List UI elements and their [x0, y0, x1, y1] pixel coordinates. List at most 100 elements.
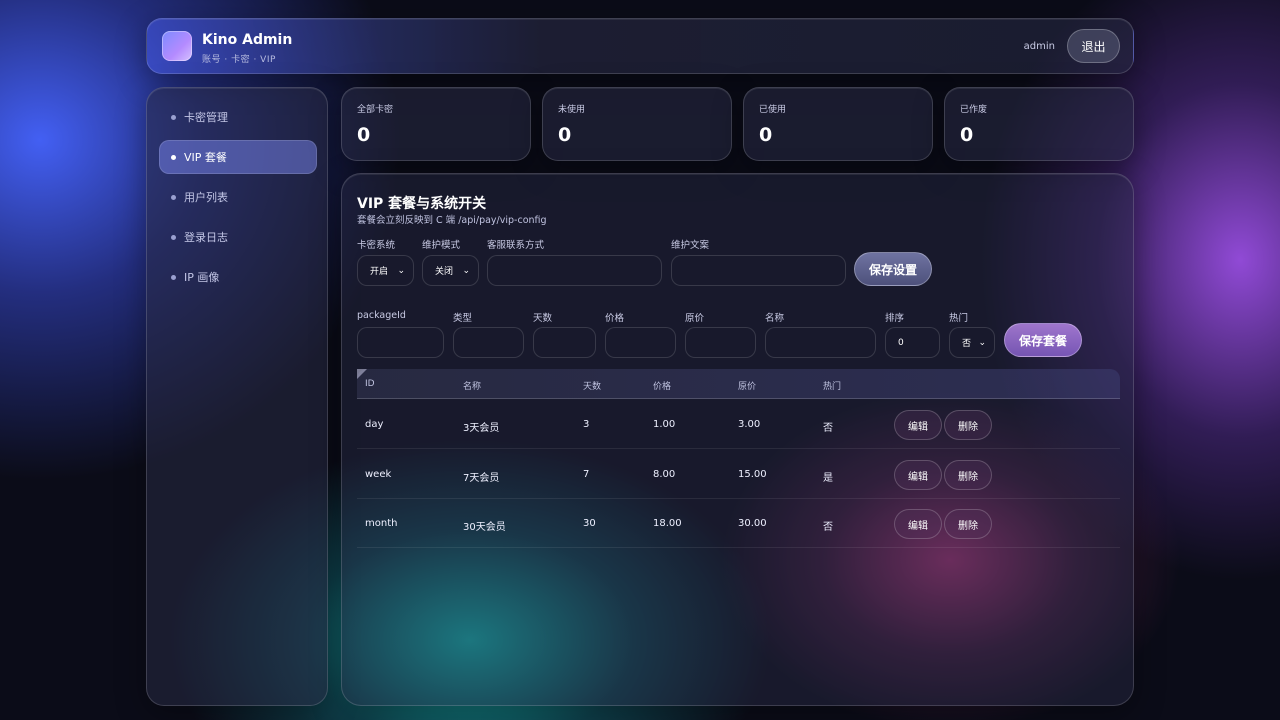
chevron-down-icon: ⌄ [397, 265, 405, 276]
cell-name: 7天会员 [463, 473, 500, 484]
hot-select[interactable]: 否 ⌄ [949, 327, 995, 358]
stat-value: 0 [960, 124, 974, 146]
name-label: 名称 [765, 313, 785, 324]
logout-button[interactable]: 退出 [1067, 29, 1120, 63]
stat-card-unused: 未使用 0 [542, 87, 732, 161]
days-input[interactable] [533, 327, 596, 358]
table-header: ID 名称 天数 价格 原价 热门 [357, 369, 1120, 399]
cell-id: day [365, 419, 384, 430]
panel-subtitle: 套餐会立刻反映到 C 端 /api/pay/vip-config [357, 215, 547, 226]
stat-card-used: 已使用 0 [743, 87, 933, 161]
table-corner-marker [357, 369, 367, 379]
selected-value: 关闭 [435, 267, 454, 277]
cell-name: 30天会员 [463, 522, 506, 533]
column-header-days: 天数 [583, 382, 602, 392]
app-logo-icon [162, 31, 192, 61]
cell-price: 1.00 [653, 419, 676, 430]
sidebar-item-label: 用户列表 [184, 191, 228, 204]
sidebar-item-login-log[interactable]: 登录日志 [159, 220, 317, 254]
type-label: 类型 [453, 313, 473, 324]
selected-value: 开启 [370, 267, 389, 277]
package-id-label: packageId [357, 310, 406, 321]
bullet-dot-icon [171, 114, 176, 120]
sidebar-item-label: 登录日志 [184, 231, 228, 244]
column-header-price: 价格 [653, 382, 672, 392]
maintenance-label: 维护模式 [422, 240, 461, 251]
delete-button[interactable]: 删除 [944, 509, 992, 539]
card-system-select[interactable]: 开启 ⌄ [357, 255, 414, 286]
type-input[interactable] [453, 327, 524, 358]
sidebar-item-users[interactable]: 用户列表 [159, 180, 317, 214]
cell-price: 8.00 [653, 469, 676, 480]
stat-value: 0 [558, 124, 572, 146]
column-header-id: ID [365, 379, 375, 389]
delete-button[interactable]: 删除 [944, 410, 992, 440]
price-input[interactable] [605, 327, 676, 358]
sidebar-item-label: VIP 套餐 [184, 151, 227, 164]
chevron-down-icon: ⌄ [978, 337, 986, 348]
cell-original: 30.00 [738, 518, 767, 529]
sidebar-item-ip-profile[interactable]: IP 画像 [159, 260, 317, 294]
column-header-name: 名称 [463, 382, 482, 392]
vip-panel: VIP 套餐与系统开关 套餐会立刻反映到 C 端 /api/pay/vip-co… [341, 173, 1134, 706]
current-user: admin [1023, 41, 1055, 52]
original-price-input[interactable] [685, 327, 756, 358]
sort-label: 排序 [885, 313, 905, 324]
cell-name: 3天会员 [463, 423, 500, 434]
cell-days: 30 [583, 518, 596, 529]
cell-id: month [365, 518, 398, 529]
cell-id: week [365, 469, 392, 480]
app-title: Kino Admin [202, 32, 293, 48]
stat-value: 0 [759, 124, 773, 146]
save-package-button[interactable]: 保存套餐 [1004, 323, 1082, 357]
name-input[interactable] [765, 327, 876, 358]
column-header-hot: 热门 [823, 382, 842, 392]
cell-original: 15.00 [738, 469, 767, 480]
stat-label: 已使用 [759, 105, 787, 115]
hot-label: 热门 [949, 313, 969, 324]
maintenance-text-input[interactable] [671, 255, 846, 286]
sort-input[interactable]: 0 [885, 327, 940, 358]
sidebar: 卡密管理 VIP 套餐 用户列表 登录日志 IP 画像 [146, 87, 328, 706]
cell-hot: 否 [823, 423, 833, 434]
cell-hot: 否 [823, 522, 833, 533]
sidebar-item-label: IP 画像 [184, 271, 220, 284]
edit-button[interactable]: 编辑 [894, 410, 942, 440]
delete-button[interactable]: 删除 [944, 460, 992, 490]
table-row: day 3天会员 3 1.00 3.00 否 编辑 删除 [357, 400, 1120, 449]
price-label: 价格 [605, 313, 625, 324]
package-id-input[interactable] [357, 327, 444, 358]
sidebar-item-label: 卡密管理 [184, 111, 228, 124]
sidebar-item-vip[interactable]: VIP 套餐 [159, 140, 317, 174]
edit-button[interactable]: 编辑 [894, 460, 942, 490]
chevron-down-icon: ⌄ [462, 265, 470, 276]
bullet-dot-icon [171, 234, 176, 240]
contact-label: 客服联系方式 [487, 240, 545, 251]
cell-price: 18.00 [653, 518, 682, 529]
table-row: month 30天会员 30 18.00 30.00 否 编辑 删除 [357, 499, 1120, 548]
maintenance-select[interactable]: 关闭 ⌄ [422, 255, 479, 286]
cell-hot: 是 [823, 473, 833, 484]
maintenance-text-label: 维护文案 [671, 240, 710, 251]
bullet-dot-icon [171, 274, 176, 280]
app-subtitle: 账号 · 卡密 · VIP [202, 55, 276, 65]
stat-value: 0 [357, 124, 371, 146]
stat-card-voided: 已作废 0 [944, 87, 1134, 161]
sidebar-item-cards[interactable]: 卡密管理 [159, 100, 317, 134]
stat-card-all: 全部卡密 0 [341, 87, 531, 161]
top-header: Kino Admin 账号 · 卡密 · VIP admin 退出 [146, 18, 1134, 74]
stat-label: 全部卡密 [357, 105, 394, 115]
contact-input[interactable] [487, 255, 662, 286]
edit-button[interactable]: 编辑 [894, 509, 942, 539]
stat-label: 已作废 [960, 105, 988, 115]
card-system-label: 卡密系统 [357, 240, 396, 251]
selected-value: 否 [962, 339, 972, 349]
save-settings-button[interactable]: 保存设置 [854, 252, 932, 286]
stat-label: 未使用 [558, 105, 586, 115]
original-price-label: 原价 [685, 313, 705, 324]
cell-days: 7 [583, 469, 590, 480]
bullet-dot-icon [171, 154, 176, 160]
bullet-dot-icon [171, 194, 176, 200]
cell-days: 3 [583, 419, 590, 430]
table-row: week 7天会员 7 8.00 15.00 是 编辑 删除 [357, 450, 1120, 499]
